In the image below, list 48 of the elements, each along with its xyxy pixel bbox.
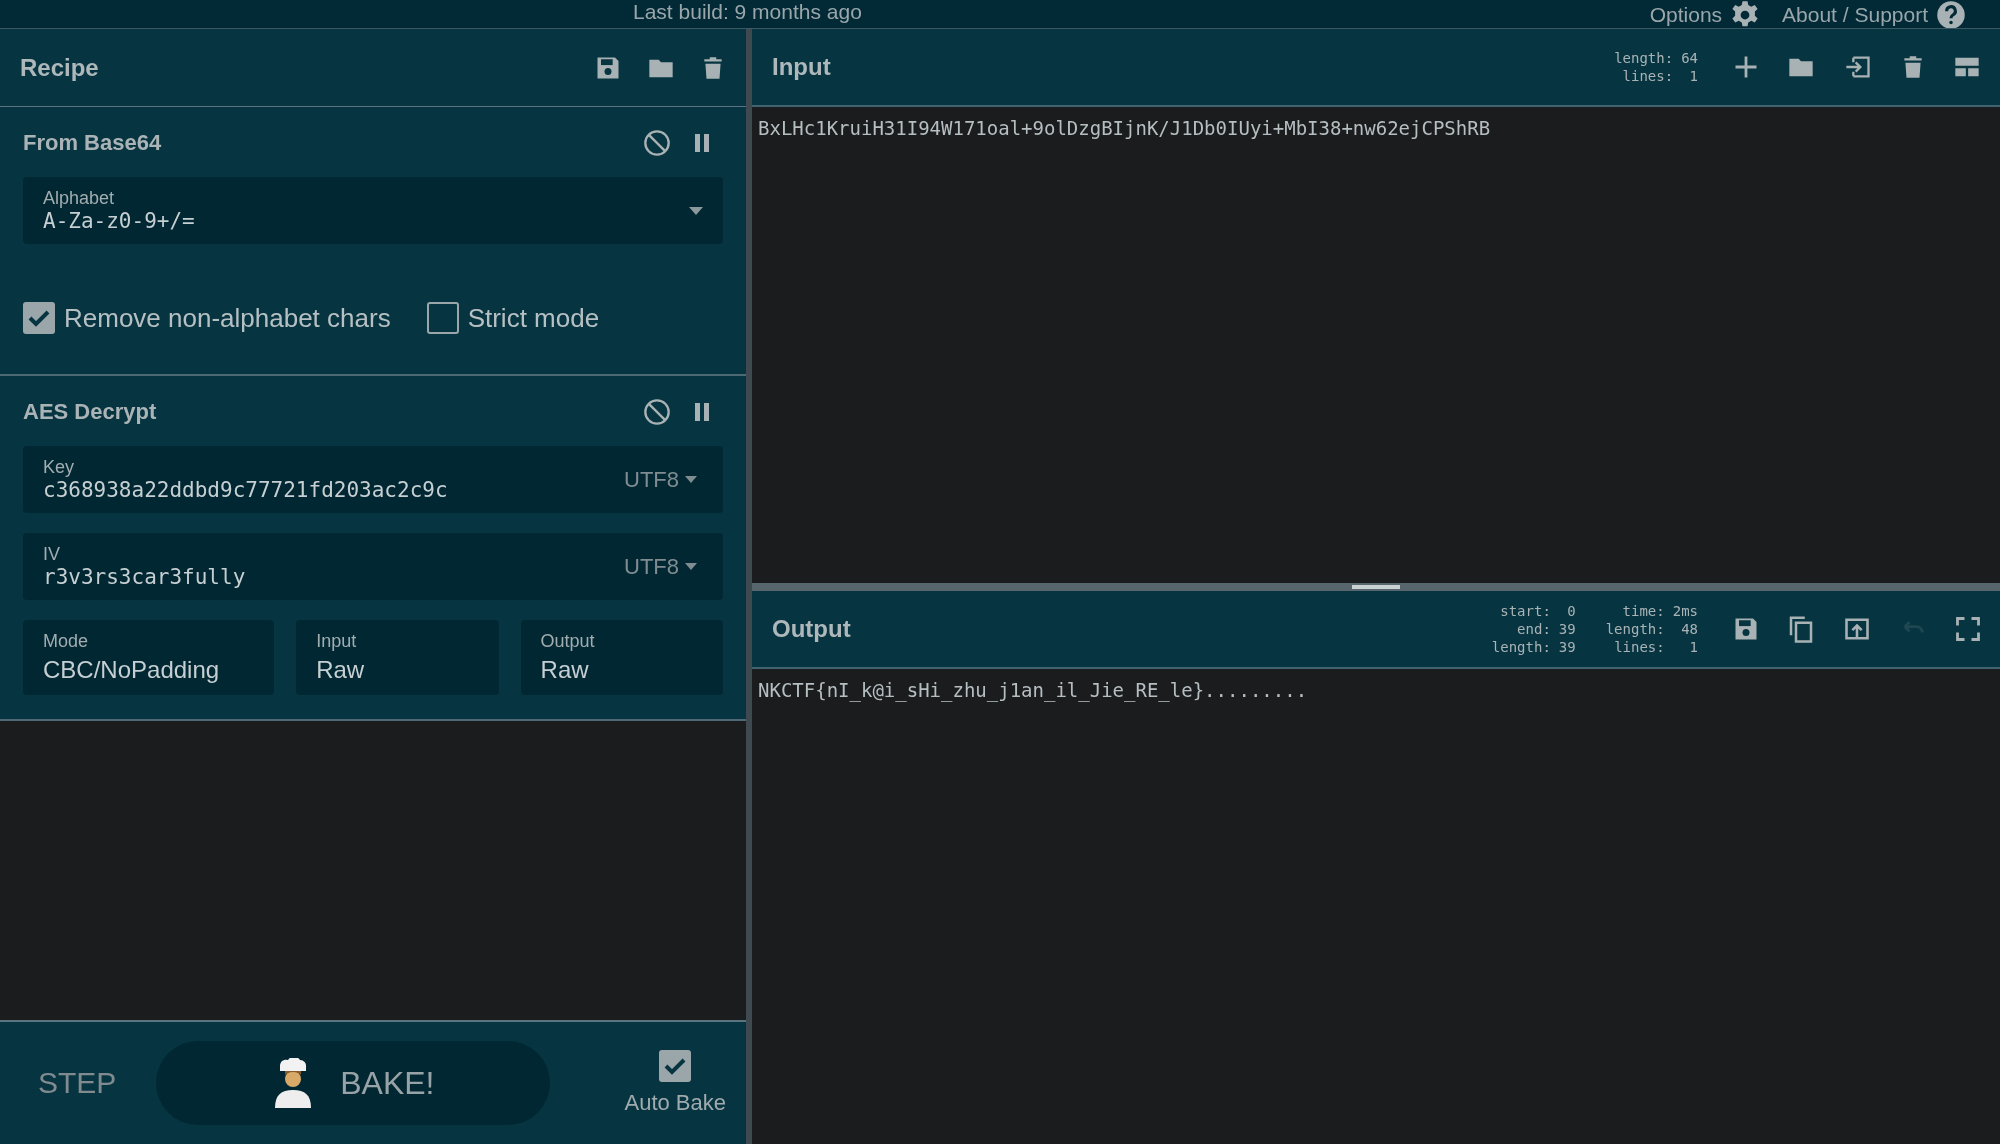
bake-button[interactable]: BAKE! <box>156 1041 551 1125</box>
check-icon <box>28 309 50 327</box>
disable-icon[interactable] <box>643 398 671 426</box>
stat-value: 39 <box>1558 638 1576 655</box>
stat-value: 0 <box>1566 602 1576 619</box>
operation-title: From Base64 <box>23 130 162 156</box>
pause-icon[interactable] <box>693 401 711 423</box>
dropdown-field[interactable]: Mode CBC/NoPadding <box>23 620 275 695</box>
stat-label: time: <box>1621 602 1665 619</box>
stat-label: lines: <box>1613 638 1665 655</box>
caret-icon <box>685 476 697 483</box>
stat-value: 1 <box>1688 638 1698 655</box>
text-field[interactable]: Key c368938a22ddbd9c77721fd203ac2c9c UTF8 <box>23 446 723 513</box>
stat-label: length: <box>1614 50 1674 66</box>
auto-bake-checkbox[interactable]: Auto Bake <box>624 1050 726 1116</box>
pane-title: Input <box>772 53 831 81</box>
check-icon <box>664 1057 687 1075</box>
stat-value: 1 <box>1688 68 1698 84</box>
dropdown-field[interactable]: Input Raw <box>296 620 499 695</box>
step-button[interactable]: STEP <box>38 1066 117 1100</box>
last-build-text: Last build: 9 months ago <box>633 0 862 24</box>
stat-label: start: <box>1499 602 1551 619</box>
options-link[interactable]: Options <box>1649 0 1761 28</box>
stat-label: length: <box>1491 638 1551 655</box>
dropdown-field[interactable]: Alphabet A-Za-z0-9+/= <box>23 177 723 244</box>
stat-value: 48 <box>1680 620 1698 637</box>
about-support-link[interactable]: About / Support <box>1782 0 1966 28</box>
operation-title: AES Decrypt <box>23 399 157 425</box>
checkbox[interactable]: Remove non-alphabet chars <box>23 264 391 350</box>
recipe-title: Recipe <box>20 53 99 82</box>
resize-handle[interactable] <box>1352 584 1400 589</box>
stat-value: 64 <box>1681 50 1698 66</box>
encoding-dropdown[interactable]: UTF8 <box>618 465 703 494</box>
caret-icon <box>689 206 703 215</box>
checkbox[interactable]: Strict mode <box>426 264 600 350</box>
maximise-icon[interactable] <box>1954 614 1982 643</box>
stat-label: length: <box>1605 620 1665 637</box>
text-field[interactable]: IV r3v3rs3car3fully UTF8 <box>23 533 723 600</box>
encoding-dropdown[interactable]: UTF8 <box>618 552 703 581</box>
stat-label: lines: <box>1621 68 1674 84</box>
stat-label: end: <box>1516 620 1551 637</box>
caret-icon <box>685 563 697 570</box>
disable-icon[interactable] <box>643 129 671 157</box>
stat-value: 2ms <box>1672 602 1698 619</box>
pause-icon[interactable] <box>693 132 711 154</box>
dropdown-field[interactable]: Output Raw <box>520 620 723 695</box>
stat-value: 39 <box>1558 620 1576 637</box>
pane-title: Output <box>772 614 851 643</box>
